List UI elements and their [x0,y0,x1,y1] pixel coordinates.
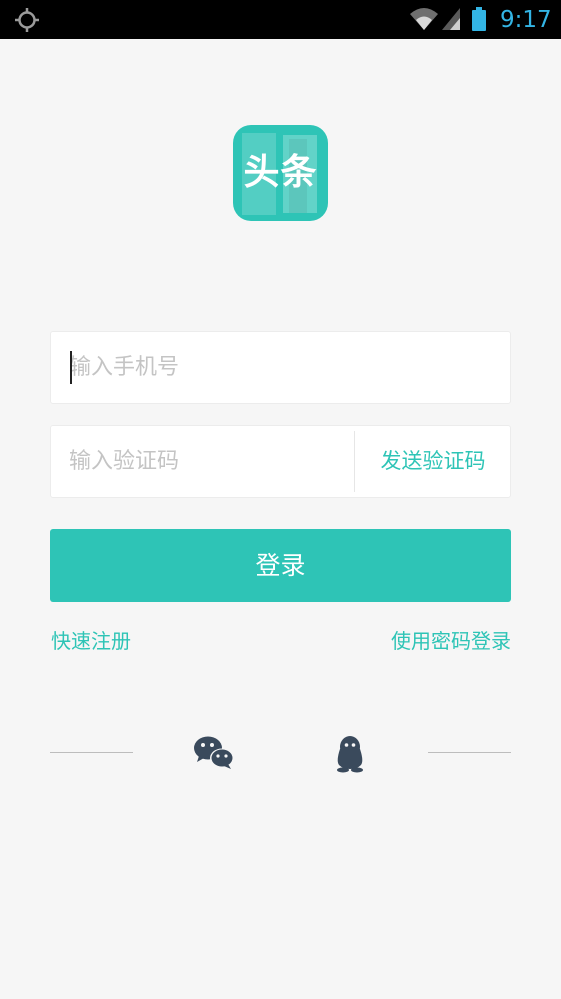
code-field[interactable]: 发送验证码 [50,425,511,498]
qq-icon[interactable] [334,735,366,773]
send-code-button[interactable]: 发送验证码 [355,426,511,497]
status-bar: 9:17 [0,0,561,39]
phone-field[interactable] [50,331,511,404]
phone-input[interactable] [69,332,349,403]
battery-icon [472,7,486,31]
signal-icon [442,8,460,30]
logo-text: 头条 [243,152,318,193]
code-input[interactable] [69,426,349,497]
divider-line-right [428,752,511,753]
app-logo: 头条 [233,125,328,221]
text-cursor [70,351,72,384]
gps-icon [15,8,39,32]
clock: 9:17 [500,7,552,33]
divider-line-left [50,752,133,753]
wifi-icon [410,8,438,30]
password-login-link[interactable]: 使用密码登录 [391,626,511,656]
wechat-icon[interactable] [193,735,235,771]
login-button[interactable]: 登录 [50,529,511,602]
register-link[interactable]: 快速注册 [51,626,131,656]
